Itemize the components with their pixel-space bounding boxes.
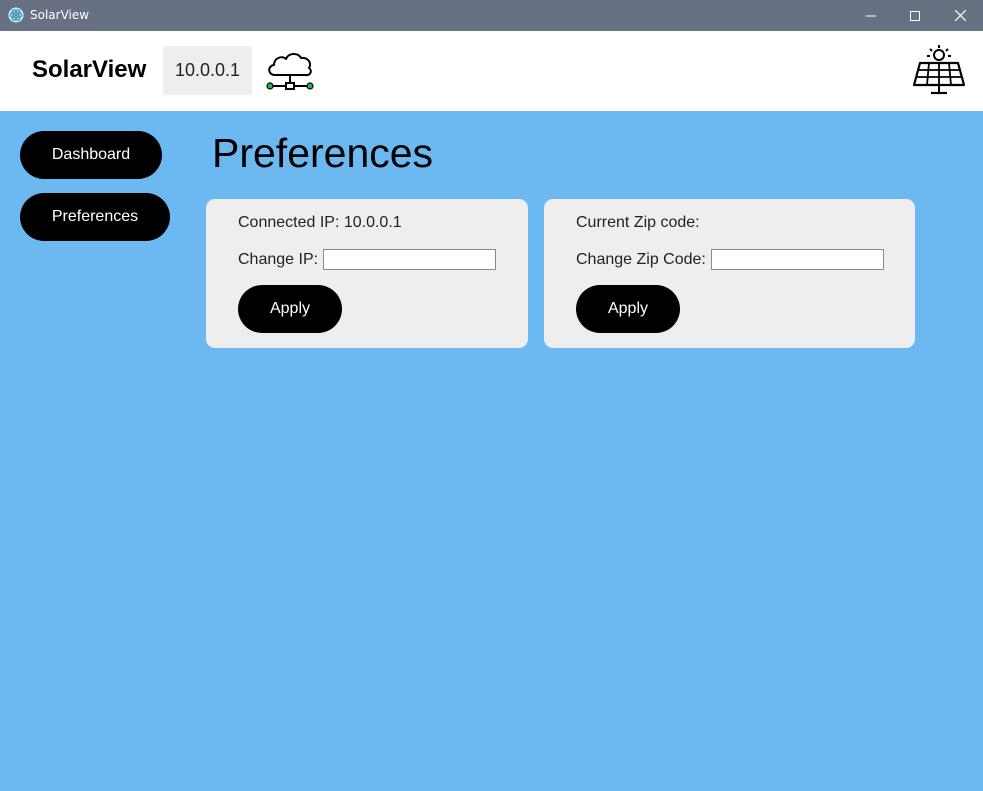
connected-ip-label: Connected IP: 10.0.0.1 <box>238 214 402 231</box>
app-header: SolarView 10.0.0.1 <box>0 31 983 111</box>
solar-panel-icon <box>912 45 966 95</box>
minimize-button[interactable] <box>848 0 894 31</box>
cloud-network-icon <box>266 53 314 90</box>
apply-zip-button[interactable]: Apply <box>576 285 680 333</box>
change-zip-input[interactable] <box>710 249 884 270</box>
change-ip-label: Change IP: <box>238 250 319 268</box>
sidebar-item-preferences[interactable]: Preferences <box>20 193 170 241</box>
page-title: Preferences <box>212 130 434 176</box>
zip-settings-card: Current Zip code: Change Zip Code: Apply <box>544 199 915 348</box>
close-button[interactable] <box>937 0 983 31</box>
app-icon <box>8 7 24 23</box>
window-title: SolarView <box>30 8 90 22</box>
brand-title: SolarView <box>32 56 147 83</box>
change-ip-input[interactable] <box>323 249 497 270</box>
maximize-icon <box>910 10 920 21</box>
current-zip-label: Current Zip code: <box>576 214 700 231</box>
sidebar-item-label: Dashboard <box>51 146 131 163</box>
ip-badge: 10.0.0.1 <box>163 46 252 95</box>
change-zip-row: Change Zip Code: <box>576 249 884 270</box>
ip-settings-card: Connected IP: 10.0.0.1 Change IP: Apply <box>206 199 528 348</box>
change-zip-label: Change Zip Code: <box>576 250 706 268</box>
window-titlebar: SolarView <box>0 0 983 31</box>
sidebar-item-dashboard[interactable]: Dashboard <box>20 131 162 179</box>
sidebar-item-label: Preferences <box>51 208 139 225</box>
change-ip-row: Change IP: <box>238 249 497 270</box>
close-icon <box>954 10 966 21</box>
maximize-button[interactable] <box>892 0 938 31</box>
minimize-icon <box>866 15 876 16</box>
apply-ip-button[interactable]: Apply <box>238 285 342 333</box>
